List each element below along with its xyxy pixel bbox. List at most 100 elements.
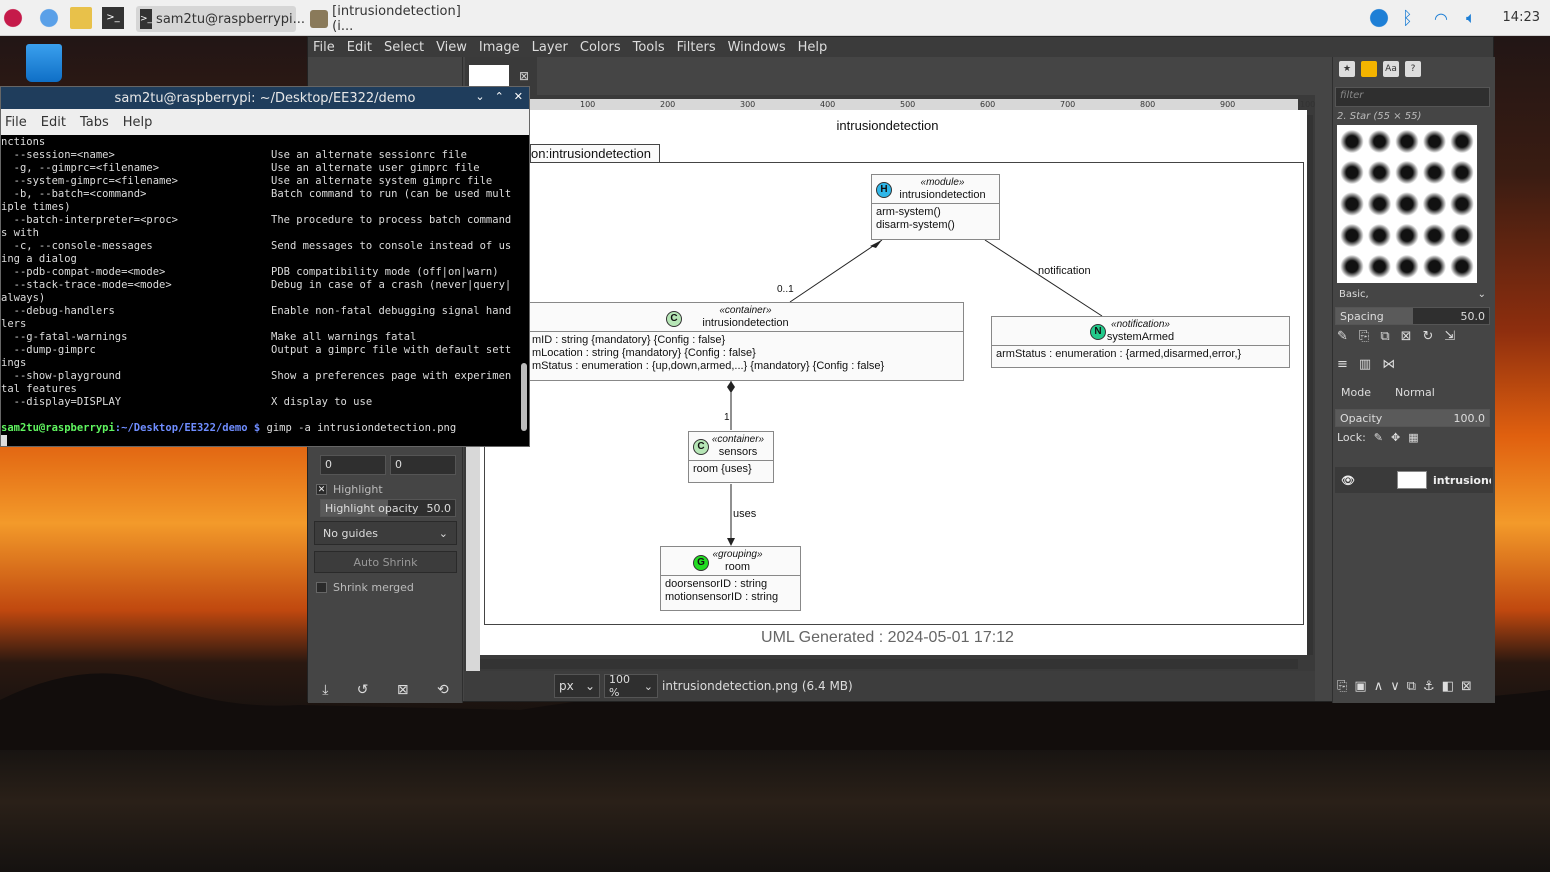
brush-grid[interactable]	[1337, 125, 1477, 283]
brush-swatch[interactable]	[1394, 220, 1420, 250]
canvas-image[interactable]: intrusiondetection on:intrusiondetection…	[480, 110, 1307, 655]
lower-layer-icon[interactable]: ∨	[1390, 679, 1400, 699]
terminal-menu-edit[interactable]: Edit	[41, 115, 66, 130]
channels-tab-icon[interactable]: ▥	[1359, 357, 1371, 377]
menu-select[interactable]: Select	[384, 40, 424, 55]
brush-swatch[interactable]	[1366, 158, 1393, 188]
edit-brush-icon[interactable]: ✎	[1337, 329, 1348, 349]
taskbar-task-gimp[interactable]: [intrusiondetection] (i...	[306, 4, 476, 34]
close-icon[interactable]: ⊠	[519, 69, 529, 83]
layers-tab-icon[interactable]: ≡	[1337, 357, 1348, 377]
brush-swatch[interactable]	[1449, 220, 1475, 250]
brush-swatch[interactable]	[1366, 189, 1393, 219]
shrink-merged-row[interactable]: Shrink merged	[316, 581, 414, 594]
volume-icon[interactable]: 🔈︎	[1466, 6, 1476, 30]
lock-pixels-icon[interactable]: ✎	[1374, 431, 1383, 444]
brush-swatch[interactable]	[1449, 127, 1475, 157]
brush-swatch[interactable]	[1366, 127, 1393, 157]
raspberry-menu-icon[interactable]	[2, 6, 24, 30]
brush-swatch[interactable]	[1421, 158, 1448, 188]
close-icon[interactable]: ✕	[514, 90, 523, 103]
zoom-combo[interactable]: 100 % ⌄	[604, 673, 658, 699]
terminal-launcher-icon[interactable]: >_	[102, 6, 124, 30]
delete-layer-icon[interactable]: ⊠	[1461, 679, 1472, 699]
brush-tag-combo[interactable]: Basic, ⌄	[1335, 287, 1490, 305]
taskbar-task-terminal[interactable]: >_ sam2tu@raspberrypi...	[136, 6, 305, 32]
terminal-output[interactable]: nctions --session=<name> Use an alternate…	[1, 135, 529, 446]
brush-swatch[interactable]	[1366, 251, 1393, 281]
mask-layer-icon[interactable]: ◧	[1442, 679, 1454, 699]
menu-file[interactable]: File	[313, 40, 335, 55]
menu-colors[interactable]: Colors	[580, 40, 621, 55]
terminal-menu-help[interactable]: Help	[123, 115, 153, 130]
lock-position-icon[interactable]: ✥	[1391, 431, 1400, 444]
terminal-menu-file[interactable]: File	[5, 115, 27, 130]
spacing-slider[interactable]: Spacing 50.0	[1335, 307, 1490, 325]
shrink-merged-checkbox[interactable]	[316, 582, 327, 593]
duplicate-layer-icon[interactable]: ⧉	[1407, 679, 1416, 699]
browser-icon[interactable]	[38, 6, 60, 30]
highlight-opacity-slider[interactable]: Highlight opacity 50.0	[320, 499, 456, 517]
new-brush-icon[interactable]: ⎘	[1359, 329, 1369, 349]
brush-swatch[interactable]	[1339, 220, 1365, 250]
mode-row[interactable]: Mode Normal	[1335, 383, 1490, 405]
patterns-tab-icon[interactable]	[1361, 61, 1377, 77]
menu-image[interactable]: Image	[479, 40, 520, 55]
brush-swatch[interactable]	[1394, 158, 1420, 188]
terminal-scrollbar[interactable]	[521, 363, 527, 431]
brush-swatch[interactable]	[1339, 127, 1365, 157]
document-history-tab-icon[interactable]: ?	[1405, 61, 1421, 77]
auto-shrink-button[interactable]: Auto Shrink	[314, 551, 457, 573]
delete-brush-icon[interactable]: ⊠	[1401, 329, 1412, 349]
eye-icon[interactable]: 👁︎	[1341, 474, 1355, 487]
delete-icon[interactable]: ⊠	[397, 682, 409, 698]
menu-tools[interactable]: Tools	[633, 40, 665, 55]
paths-tab-icon[interactable]: ⋈	[1382, 357, 1395, 377]
brush-swatch[interactable]	[1421, 220, 1448, 250]
highlight-row[interactable]: ✕ Highlight	[316, 483, 383, 496]
highlight-checkbox[interactable]: ✕	[316, 484, 327, 495]
mode-value[interactable]: Normal	[1395, 386, 1435, 402]
lock-alpha-icon[interactable]: ▦	[1408, 431, 1418, 444]
download-icon[interactable]	[1368, 6, 1390, 30]
menu-windows[interactable]: Windows	[728, 40, 786, 55]
horizontal-scrollbar[interactable]	[480, 659, 1298, 669]
save-options-icon[interactable]: ⤓	[322, 682, 328, 698]
menu-layer[interactable]: Layer	[532, 40, 568, 55]
terminal-titlebar[interactable]: sam2tu@raspberrypi: ~/Desktop/EE322/demo…	[1, 87, 529, 109]
brush-swatch[interactable]	[1449, 158, 1475, 188]
menu-edit[interactable]: Edit	[347, 40, 372, 55]
position-x-spin[interactable]: 0	[320, 455, 386, 475]
new-layer-group-icon[interactable]: ▣	[1354, 679, 1366, 699]
open-as-image-icon[interactable]: ⇲	[1444, 329, 1455, 349]
brush-filter-input[interactable]: filter	[1335, 87, 1490, 107]
new-layer-icon[interactable]: ⎘	[1337, 679, 1347, 699]
refresh-icon[interactable]: ↻	[1423, 329, 1434, 349]
brushes-tab-icon[interactable]: ★	[1339, 61, 1355, 77]
brush-swatch[interactable]	[1421, 189, 1448, 219]
brush-swatch[interactable]	[1394, 251, 1420, 281]
trash-icon[interactable]	[26, 44, 62, 82]
maximize-icon[interactable]: ⌃	[495, 90, 504, 103]
fonts-tab-icon[interactable]: Aa	[1383, 61, 1399, 77]
position-y-spin[interactable]: 0	[390, 455, 456, 475]
brush-swatch[interactable]	[1421, 127, 1448, 157]
raise-layer-icon[interactable]: ∧	[1374, 679, 1384, 699]
duplicate-brush-icon[interactable]: ⧉	[1380, 329, 1389, 349]
anchor-layer-icon[interactable]: ⚓︎	[1423, 679, 1435, 699]
unit-combo[interactable]: px ⌄	[554, 674, 600, 698]
brush-swatch[interactable]	[1449, 251, 1475, 281]
reset-icon[interactable]: ⟲	[437, 682, 449, 698]
menu-filters[interactable]: Filters	[677, 40, 716, 55]
wifi-icon[interactable]: ◠	[1434, 6, 1448, 30]
opacity-slider[interactable]: Opacity 100.0	[1335, 409, 1490, 427]
brush-swatch[interactable]	[1394, 189, 1420, 219]
brush-swatch[interactable]	[1366, 220, 1393, 250]
guides-combo[interactable]: No guides ⌄	[314, 521, 457, 545]
minimize-icon[interactable]: ⌄	[475, 90, 484, 103]
terminal-menu-tabs[interactable]: Tabs	[80, 115, 109, 130]
brush-swatch[interactable]	[1421, 251, 1448, 281]
brush-swatch[interactable]	[1449, 189, 1475, 219]
file-manager-icon[interactable]	[70, 6, 92, 30]
menu-view[interactable]: View	[436, 40, 467, 55]
